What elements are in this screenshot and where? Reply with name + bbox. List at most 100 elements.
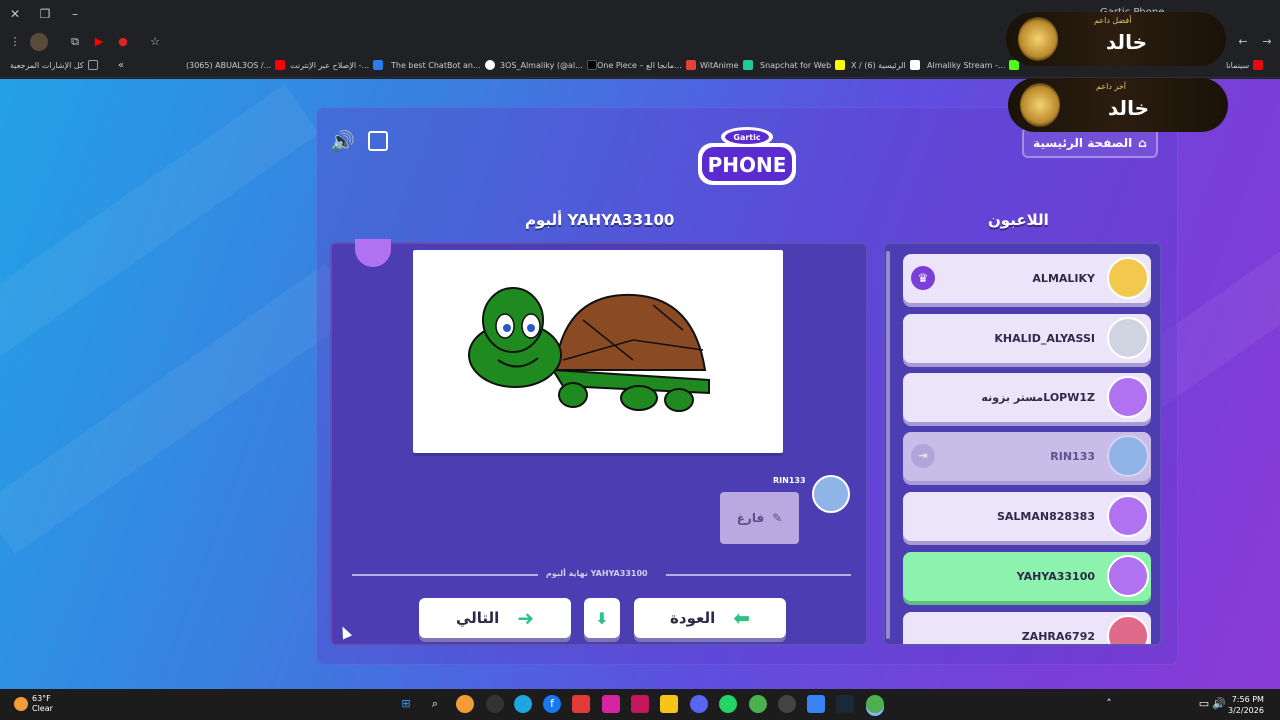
bookmark-label: WitAnime bbox=[700, 60, 739, 70]
menu-icon[interactable]: ⋮ bbox=[6, 33, 24, 51]
bookmark-cinemana[interactable]: سينمانا bbox=[1226, 60, 1264, 70]
bookmark-all[interactable]: كل الإشارات المرجعية bbox=[10, 60, 98, 70]
sound-icon[interactable]: 🔊 bbox=[330, 129, 355, 153]
player-name: RIN133 bbox=[1050, 450, 1095, 463]
back-arrow-icon[interactable]: ← bbox=[1234, 33, 1252, 51]
youtube-icon bbox=[275, 60, 286, 70]
discord-icon[interactable] bbox=[690, 695, 708, 713]
app-icon[interactable] bbox=[778, 695, 796, 713]
chevron-up-icon[interactable]: ˄ bbox=[1100, 695, 1118, 713]
divider-right bbox=[666, 574, 851, 576]
chrome-icon[interactable] bbox=[749, 695, 767, 713]
player-name: SALMAN828383 bbox=[996, 510, 1095, 523]
player-avatar bbox=[1107, 257, 1149, 299]
bookmark-repair[interactable]: الإصلاح عبر الإنترنت -... bbox=[290, 60, 384, 70]
extensions-icon[interactable]: ⧉ bbox=[66, 33, 84, 51]
bookmark-onepiece[interactable]: One Piece – مانجا الع... bbox=[597, 60, 696, 70]
divider-left bbox=[352, 574, 538, 576]
next-button[interactable]: التالي ➜ bbox=[419, 598, 571, 638]
app-icon[interactable] bbox=[631, 695, 649, 713]
turtle-drawing bbox=[468, 287, 710, 412]
volume-icon[interactable]: 🔊 bbox=[1210, 695, 1228, 713]
top-supporter-overlay: أفضل داعم خالد bbox=[1006, 12, 1226, 66]
pencil-icon: ✎ bbox=[772, 511, 783, 525]
restore-window-icon[interactable]: ❐ bbox=[36, 5, 54, 23]
whatsapp-icon[interactable] bbox=[719, 695, 737, 713]
bookmark-x[interactable]: X / الرئيسية (6) bbox=[851, 60, 920, 70]
players-panel: ♛ ALMALIKY KHALID_ALYASSI مستر بزونهLOPW… bbox=[883, 242, 1162, 646]
bookmark-label: (3065) ABUAL3OS /... bbox=[186, 60, 272, 70]
app-icon[interactable] bbox=[456, 695, 474, 713]
bookmarks-overflow-icon[interactable]: « bbox=[118, 60, 124, 71]
bookmark-label: 3OS_Almaliky (@al... bbox=[500, 60, 583, 70]
player-name: ALMALIKY bbox=[1032, 272, 1095, 285]
profile-avatar[interactable] bbox=[30, 33, 48, 51]
players-scrollbar[interactable] bbox=[886, 251, 890, 639]
player-row[interactable]: ⇥ RIN133 bbox=[903, 432, 1151, 481]
steam-icon[interactable] bbox=[836, 695, 854, 713]
bookmark-star-icon[interactable]: ☆ bbox=[146, 33, 164, 51]
search-icon[interactable]: ⌕ bbox=[426, 695, 444, 713]
bookmark-witanime[interactable]: WitAnime bbox=[700, 60, 753, 70]
player-name: YAHYA33100 bbox=[1016, 570, 1095, 583]
poster-avatar bbox=[812, 475, 850, 513]
bookmark-label: The best ChatBot an... bbox=[391, 60, 481, 70]
bookmark-label: Snapchat for Web bbox=[760, 60, 832, 70]
adblock-extension-icon[interactable]: ● bbox=[114, 33, 132, 51]
player-row[interactable]: SALMAN828383 bbox=[903, 492, 1151, 541]
overlay-name: خالد bbox=[1108, 96, 1149, 120]
gartic-phone-logo: Gartic PHONE bbox=[698, 127, 796, 185]
player-name: ZAHRA6792 bbox=[1021, 630, 1095, 643]
app-icon[interactable] bbox=[572, 695, 590, 713]
forward-arrow-icon[interactable]: → bbox=[1258, 33, 1276, 51]
back-button[interactable]: العودة ⬅ bbox=[634, 598, 786, 638]
lantern-icon bbox=[1020, 83, 1060, 127]
cinemana-icon bbox=[1253, 60, 1264, 70]
overlay-name: خالد bbox=[1106, 30, 1147, 54]
arrow-right-icon: ➜ bbox=[517, 606, 535, 630]
x-icon bbox=[909, 60, 920, 70]
player-row[interactable]: KHALID_ALYASSI bbox=[903, 314, 1151, 363]
manga-icon bbox=[685, 60, 696, 70]
download-button[interactable]: ⬇ bbox=[584, 598, 620, 638]
drawing-canvas bbox=[413, 250, 783, 453]
weather-temp: 63°F bbox=[32, 694, 51, 703]
system-clock[interactable]: 7:56 PM 3/2/2026 bbox=[1228, 694, 1264, 716]
empty-guess-bubble: فارغ ✎ bbox=[720, 492, 799, 544]
player-row[interactable]: مستر بزونهLOPW1Z bbox=[903, 373, 1151, 422]
back-button-label: العودة bbox=[670, 609, 716, 627]
player-row-current[interactable]: YAHYA33100 bbox=[903, 552, 1151, 601]
windows-taskbar: 63°F Clear ⊞ ⌕ f ˄ ▭ 🔊 7:56 PM 3/2/2026 bbox=[0, 689, 1280, 720]
bookmark-youtube[interactable]: (3065) ABUAL3OS /... bbox=[186, 60, 286, 70]
bookmark-tiktok[interactable]: 3OS_Almaliky (@al... bbox=[500, 60, 597, 70]
facebook-icon[interactable]: f bbox=[543, 695, 561, 713]
players-title: اللاعبون bbox=[988, 211, 1049, 229]
player-row[interactable]: ZAHRA6792 bbox=[903, 612, 1151, 644]
minimize-window-icon[interactable]: – bbox=[66, 5, 84, 23]
player-avatar bbox=[1107, 435, 1149, 477]
bookmark-kick[interactable]: Almaliky Stream -... bbox=[927, 60, 1020, 70]
weather-widget[interactable]: 63°F Clear bbox=[14, 694, 53, 714]
instagram-icon[interactable] bbox=[602, 695, 620, 713]
fullscreen-icon[interactable] bbox=[368, 131, 388, 151]
app-icon[interactable] bbox=[486, 695, 504, 713]
folder-icon[interactable] bbox=[660, 695, 678, 713]
bookmark-label: سينمانا bbox=[1226, 60, 1250, 70]
player-avatar bbox=[1107, 615, 1149, 644]
player-row[interactable]: ♛ ALMALIKY bbox=[903, 254, 1151, 303]
start-icon[interactable]: ⊞ bbox=[397, 695, 415, 713]
app-icon[interactable] bbox=[807, 695, 825, 713]
close-window-icon[interactable]: ✕ bbox=[6, 5, 24, 23]
player-name: مستر بزونهLOPW1Z bbox=[981, 391, 1095, 404]
exit-icon: ⇥ bbox=[911, 444, 935, 468]
logo-bottom-text: PHONE bbox=[708, 153, 787, 177]
youtube-extension-icon[interactable]: ▶ bbox=[90, 33, 108, 51]
witanime-icon bbox=[742, 60, 753, 70]
folder-icon bbox=[87, 60, 98, 70]
player-avatar bbox=[1107, 495, 1149, 537]
edge-icon[interactable] bbox=[514, 695, 532, 713]
bookmark-snapchat[interactable]: Snapchat for Web bbox=[760, 60, 846, 70]
bookmark-label: One Piece – مانجا الع... bbox=[597, 60, 682, 70]
bookmark-chatbot[interactable]: The best ChatBot an... bbox=[391, 60, 495, 70]
chrome-active-icon[interactable] bbox=[866, 695, 884, 713]
